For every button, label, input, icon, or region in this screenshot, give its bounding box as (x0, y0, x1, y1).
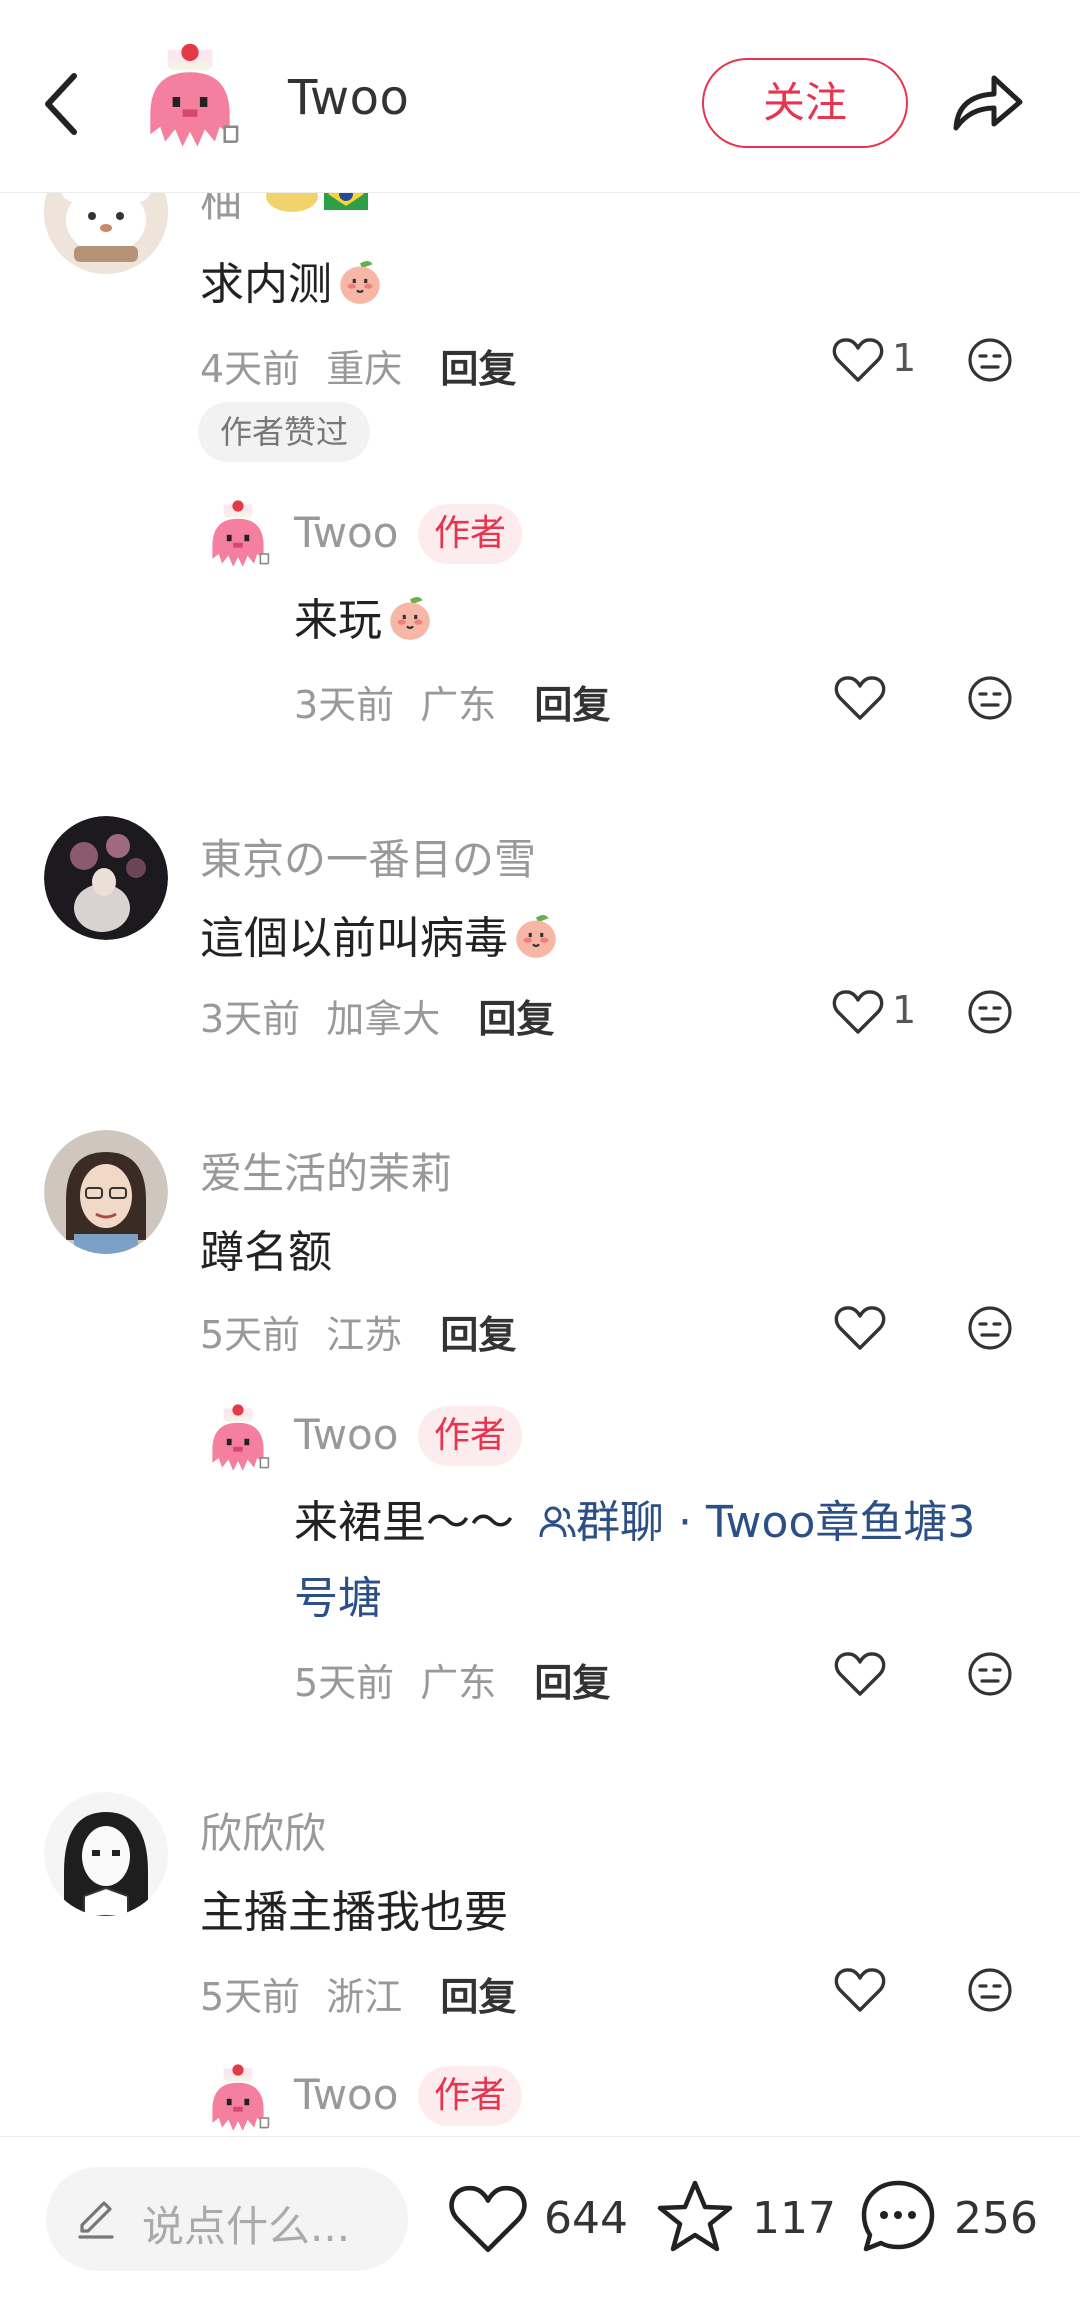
peach-emoji-icon (510, 909, 562, 961)
peach-emoji-icon (384, 591, 436, 643)
peach-emoji-icon (334, 255, 386, 307)
avatar[interactable] (198, 2062, 278, 2136)
comment-input[interactable]: 说点什么... (46, 2167, 408, 2271)
heart-icon[interactable] (834, 1650, 886, 1698)
comment-text-content: 這個以前叫病毒 (200, 913, 508, 964)
author-liked-badge: 作者赞过 (198, 402, 371, 462)
author-name[interactable]: Twoo (288, 70, 409, 126)
star-icon[interactable] (654, 2177, 736, 2257)
heart-icon[interactable] (834, 1304, 886, 1352)
like-icon[interactable] (448, 2181, 528, 2257)
comment-location: 浙江 (326, 1975, 403, 2019)
top-bar: Twoo 关注 (0, 0, 1080, 193)
reply-time: 3天前 (294, 683, 395, 727)
dislike-icon[interactable] (966, 336, 1014, 384)
avatar[interactable] (44, 816, 168, 940)
comment-input-placeholder: 说点什么... (142, 2202, 351, 2251)
comment-username[interactable]: 欣欣欣 (200, 1800, 326, 1861)
back-arrow-icon[interactable] (34, 66, 94, 142)
reply-location: 广东 (420, 1661, 497, 1705)
heart-icon[interactable] (834, 1966, 886, 2014)
reply-button[interactable]: 回复 (440, 347, 516, 391)
author-avatar[interactable] (128, 40, 252, 164)
comment-time: 5天前 (200, 1313, 301, 1357)
avatar[interactable] (198, 498, 278, 578)
comment-text: 蹲名额 (200, 1227, 332, 1278)
reply-meta: 5天前 广东 回复 (294, 1652, 610, 1707)
reply-meta: 3天前 广东 回复 (294, 674, 610, 729)
dislike-icon[interactable] (966, 1966, 1014, 2014)
like-count: 1 (892, 988, 917, 1032)
group-chat-link-text: 群聊 · Twoo章鱼塘3 (576, 1497, 976, 1548)
group-chat-icon (539, 1506, 576, 1538)
comment-list: 柚 求内测 4天前 重庆 回复 1 作者赞过 Twoo 作者 来玩 3天前 广东… (0, 0, 1080, 2136)
dislike-icon[interactable] (966, 988, 1014, 1036)
author-badge: 作者 (418, 2066, 523, 2126)
comment-text: 這個以前叫病毒 (200, 902, 562, 966)
reply-button[interactable]: 回复 (534, 683, 610, 727)
reply-text-content: 来玩 (294, 595, 382, 646)
comment-time: 3天前 (200, 997, 301, 1041)
comment-count: 256 (954, 2193, 1038, 2244)
comment-location: 重庆 (326, 347, 403, 391)
comment-time: 4天前 (200, 347, 301, 391)
heart-icon[interactable] (834, 674, 886, 722)
comment-location: 加拿大 (326, 997, 441, 1041)
follow-button[interactable]: 关注 (702, 58, 908, 148)
comment-location: 江苏 (326, 1313, 403, 1357)
bottom-action-bar: 说点什么... 644 117 256 (0, 2136, 1080, 2305)
reply-button[interactable]: 回复 (478, 997, 554, 1041)
avatar[interactable] (44, 1130, 168, 1254)
reply-text-content: 来裙里～～ (294, 1497, 514, 1548)
dislike-icon[interactable] (966, 1304, 1014, 1352)
reply-username[interactable]: Twoo (294, 1410, 398, 1459)
dislike-icon[interactable] (966, 1650, 1014, 1698)
reply-username[interactable]: Twoo (294, 508, 398, 557)
comment-meta: 3天前 加拿大 回复 (200, 988, 554, 1043)
comment-meta: 4天前 重庆 回复 (200, 338, 516, 393)
comment-username[interactable]: 爱生活的茉莉 (200, 1140, 452, 1201)
reply-button[interactable]: 回复 (534, 1661, 610, 1705)
heart-icon[interactable] (832, 988, 884, 1036)
reply-username[interactable]: Twoo (294, 2070, 398, 2119)
group-chat-link[interactable]: 群聊 · Twoo章鱼塘3 (538, 1497, 975, 1548)
avatar[interactable] (44, 1792, 168, 1916)
comment-meta: 5天前 江苏 回复 (200, 1304, 516, 1359)
like-count: 644 (544, 2193, 628, 2244)
comment-text: 求内测 (200, 248, 386, 312)
share-icon[interactable] (950, 66, 1026, 136)
comment-time: 5天前 (200, 1975, 301, 2019)
reply-text: 来玩 (294, 584, 436, 648)
favorite-count: 117 (752, 2193, 836, 2244)
pen-icon (78, 2201, 114, 2239)
avatar[interactable] (198, 1402, 278, 1482)
comment-text-content: 求内测 (200, 259, 332, 310)
comment-text: 主播主播我也要 (200, 1887, 508, 1938)
reply-location: 广东 (420, 683, 497, 727)
reply-text: 来裙里～～ 群聊 · Twoo章鱼塘3 (294, 1486, 975, 1550)
comment-meta: 5天前 浙江 回复 (200, 1966, 516, 2021)
dislike-icon[interactable] (966, 674, 1014, 722)
reply-button[interactable]: 回复 (440, 1313, 516, 1357)
author-badge: 作者 (418, 504, 523, 564)
reply-button[interactable]: 回复 (440, 1975, 516, 2019)
comment-icon[interactable] (858, 2177, 938, 2257)
comment-username[interactable]: 東京の一番目の雪 (200, 826, 536, 887)
reply-time: 5天前 (294, 1661, 395, 1705)
author-badge: 作者 (418, 1406, 523, 1466)
like-count: 1 (892, 336, 917, 380)
heart-icon[interactable] (832, 336, 884, 384)
group-chat-link-continued[interactable]: 号塘 (294, 1562, 382, 1626)
